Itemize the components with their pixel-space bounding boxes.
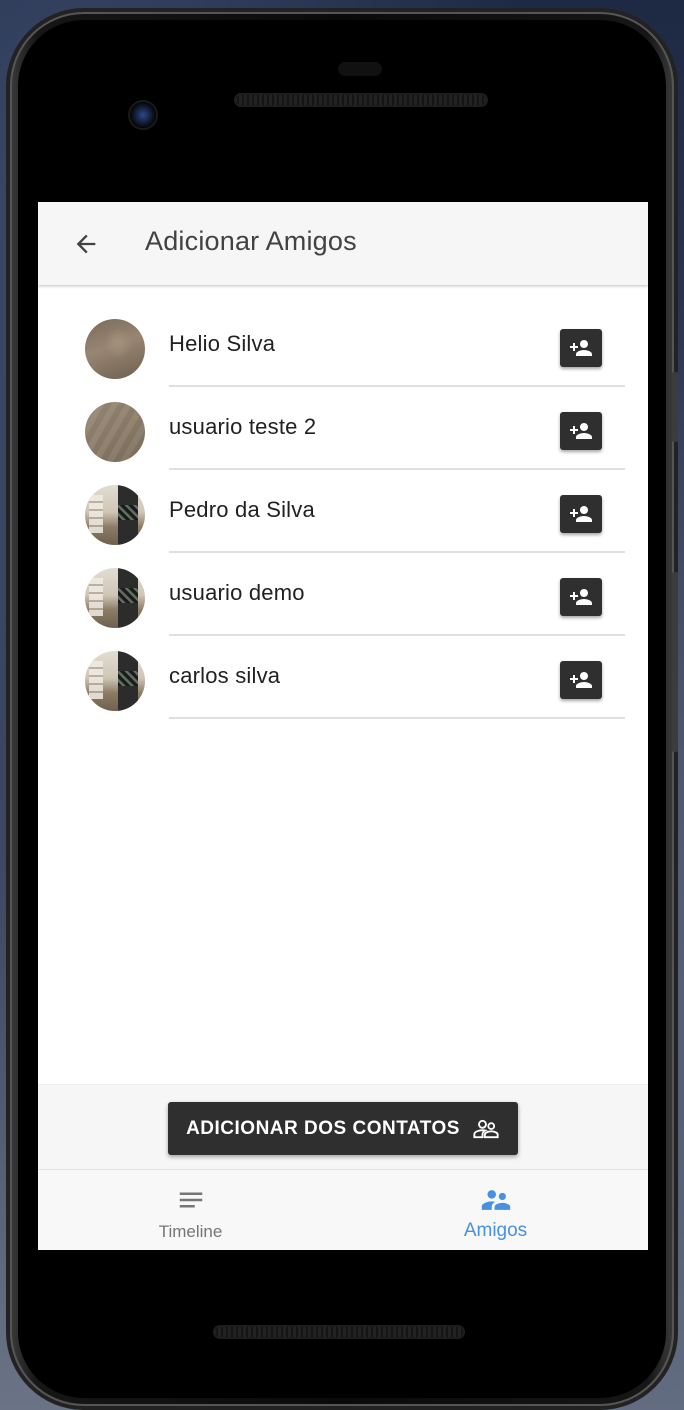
friend-name: usuario demo	[169, 580, 305, 605]
avatar	[85, 485, 145, 545]
avatar-tv	[118, 588, 138, 603]
volume-button	[672, 572, 678, 752]
avatar-tv	[118, 671, 138, 686]
nav-label-timeline: Timeline	[158, 1222, 223, 1241]
person-add-icon	[570, 423, 592, 439]
bottom-speaker-grille	[213, 1325, 465, 1339]
friend-name: Helio Silva	[169, 331, 276, 356]
front-camera-icon	[130, 102, 156, 128]
top-speaker-grille	[234, 93, 488, 107]
page-title: Adicionar Amigos	[145, 226, 357, 256]
power-button	[672, 372, 678, 442]
list-item: usuario demo	[38, 551, 648, 636]
friend-name: Pedro da Silva	[169, 497, 315, 522]
person-add-icon	[570, 589, 592, 605]
app-screen: Adicionar Amigos Helio Silva usuario tes…	[38, 202, 648, 1250]
bottom-area: ADICIONAR DOS CONTATOS Timeline Amigos	[38, 1084, 648, 1250]
arrow-back-icon	[76, 234, 96, 254]
nav-item-timeline[interactable]: Timeline	[38, 1170, 343, 1250]
nav-item-amigos[interactable]: Amigos	[343, 1170, 648, 1250]
list-item: Pedro da Silva	[38, 468, 648, 553]
back-button[interactable]	[66, 224, 106, 264]
bottom-navigation: Timeline Amigos	[38, 1169, 648, 1250]
add-friend-button[interactable]	[560, 329, 602, 367]
notes-icon	[176, 1184, 206, 1216]
avatar	[85, 651, 145, 711]
avatar-shelf	[89, 578, 103, 616]
divider	[169, 717, 625, 719]
avatar	[85, 402, 145, 462]
people-icon	[479, 1184, 513, 1216]
nav-label-amigos: Amigos	[463, 1220, 528, 1241]
friend-list: Helio Silva usuario teste 2 Pedro da Sil…	[38, 302, 648, 719]
list-item: carlos silva	[38, 634, 648, 719]
person-add-icon	[570, 340, 592, 356]
app-bar: Adicionar Amigos	[38, 202, 648, 285]
add-friend-button[interactable]	[560, 412, 602, 450]
friend-name: carlos silva	[169, 663, 281, 688]
supervisor-account-icon	[473, 1119, 499, 1138]
avatar	[85, 319, 145, 379]
avatar-shelf	[89, 495, 103, 533]
add-from-contacts-button[interactable]: ADICIONAR DOS CONTATOS	[168, 1102, 518, 1155]
list-item: usuario teste 2	[38, 385, 648, 470]
person-add-icon	[570, 672, 592, 688]
avatar-tv	[118, 505, 138, 520]
add-friend-button[interactable]	[560, 578, 602, 616]
add-from-contacts-label: ADICIONAR DOS CONTATOS	[186, 1117, 460, 1139]
list-item: Helio Silva	[38, 302, 648, 387]
add-friend-button[interactable]	[560, 495, 602, 533]
friend-name: usuario teste 2	[169, 414, 317, 439]
proximity-sensor	[338, 62, 382, 76]
avatar-shelf	[89, 661, 103, 699]
add-friend-button[interactable]	[560, 661, 602, 699]
avatar	[85, 568, 145, 628]
person-add-icon	[570, 506, 592, 522]
